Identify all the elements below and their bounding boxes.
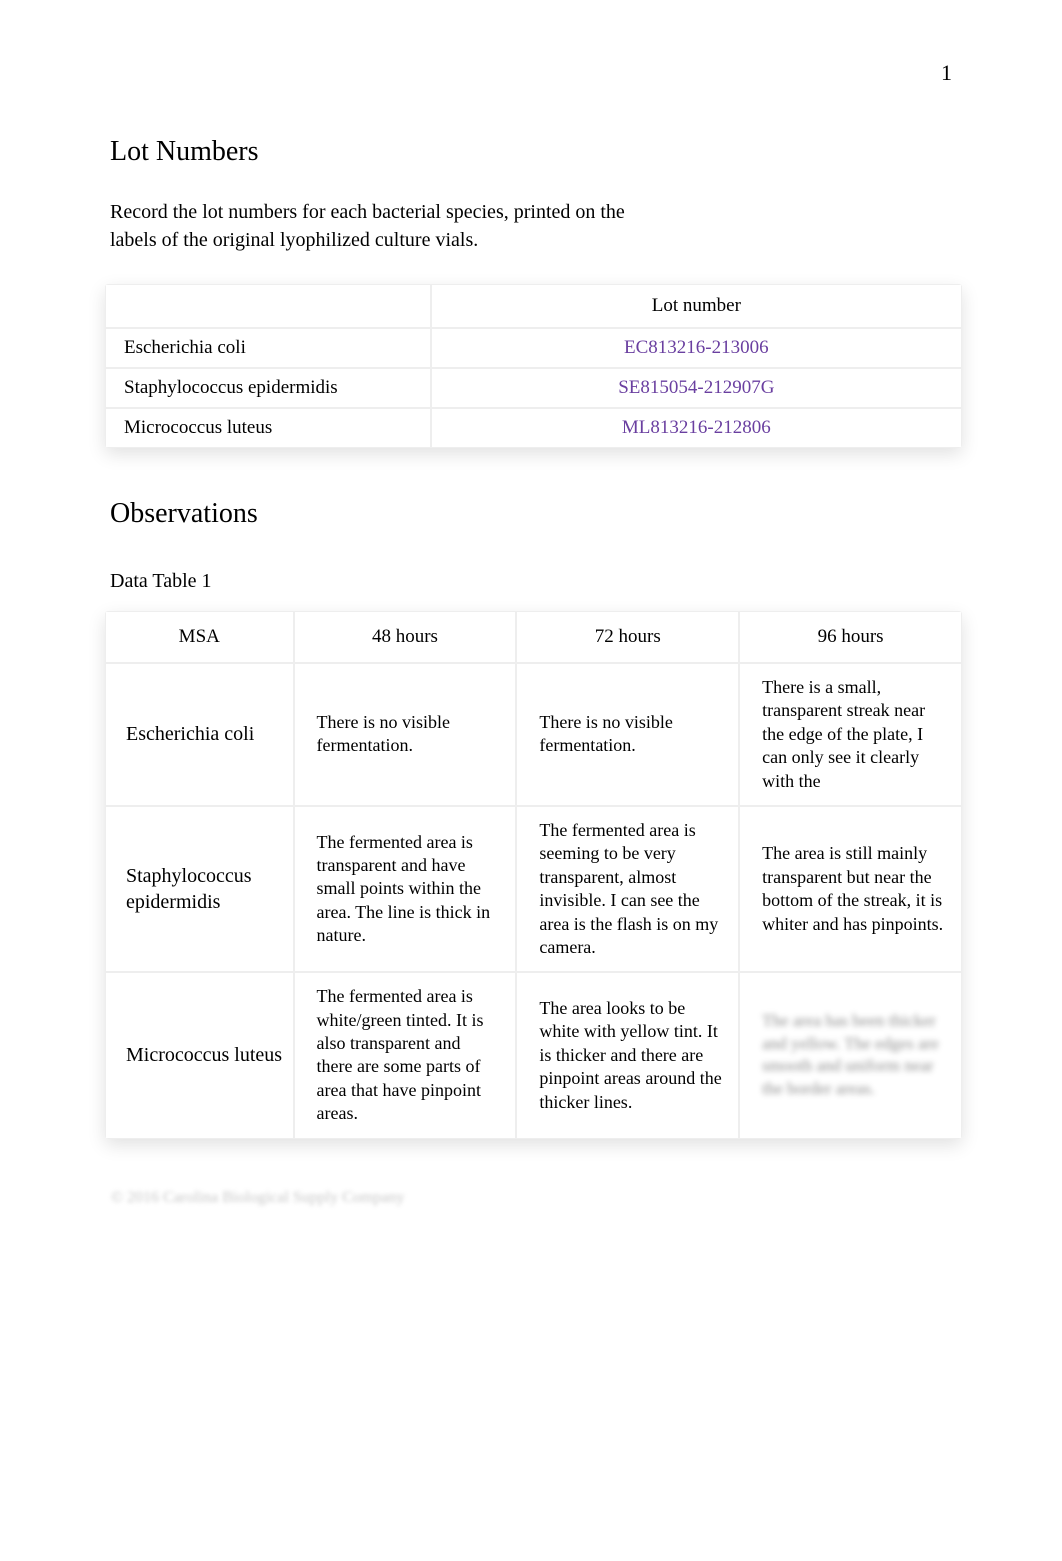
- obs-cell: The area looks to be white with yellow t…: [516, 972, 739, 1138]
- species-cell: Micrococcus luteus: [105, 408, 431, 448]
- data-table-1-label: Data Table 1: [110, 570, 962, 593]
- table-row: Staphylococcus epidermidis The fermented…: [105, 806, 962, 972]
- lot-numbers-heading: Lot Numbers: [105, 136, 962, 168]
- table-row: Micrococcus luteus The fermented area is…: [105, 972, 962, 1138]
- lot-table: Lot number Escherichia coli EC813216-213…: [105, 284, 962, 448]
- table-row: Staphylococcus epidermidis SE815054-2129…: [105, 368, 962, 408]
- copyright-footer: © 2016 Carolina Biological Supply Compan…: [105, 1189, 962, 1207]
- obs-cell: There is no visible fermentation.: [516, 663, 739, 806]
- page-number: 1: [105, 60, 962, 86]
- col-header-72h: 72 hours: [516, 611, 739, 663]
- data-table-1: MSA 48 hours 72 hours 96 hours Escherich…: [105, 611, 962, 1139]
- obs-cell-redacted: The area has been thicker and yellow. Th…: [739, 972, 962, 1138]
- table-row: Lot number: [105, 284, 962, 328]
- col-header-96h: 96 hours: [739, 611, 962, 663]
- lot-table-container: Lot number Escherichia coli EC813216-213…: [105, 284, 962, 448]
- obs-cell: The fermented area is white/green tinted…: [294, 972, 517, 1138]
- redacted-placeholder: The area has been thicker and yellow. Th…: [762, 1010, 945, 1102]
- lot-header-blank: [105, 284, 431, 328]
- table-row: Micrococcus luteus ML813216-212806: [105, 408, 962, 448]
- row-label-mluteus: Micrococcus luteus: [105, 972, 294, 1138]
- table-row: Escherichia coli EC813216-213006: [105, 328, 962, 368]
- row-label-ecoli: Escherichia coli: [105, 663, 294, 806]
- lot-header-lot: Lot number: [431, 284, 962, 328]
- obs-cell: The fermented area is seeming to be very…: [516, 806, 739, 972]
- species-cell: Staphylococcus epidermidis: [105, 368, 431, 408]
- table-row: Escherichia coli There is no visible fer…: [105, 663, 962, 806]
- species-cell: Escherichia coli: [105, 328, 431, 368]
- lot-intro-text: Record the lot numbers for each bacteria…: [105, 198, 665, 254]
- lot-number-cell: ML813216-212806: [431, 408, 962, 448]
- obs-cell: There is no visible fermentation.: [294, 663, 517, 806]
- col-header-msa: MSA: [105, 611, 294, 663]
- lot-number-cell: SE815054-212907G: [431, 368, 962, 408]
- row-label-sepidermidis: Staphylococcus epidermidis: [105, 806, 294, 972]
- observations-heading: Observations: [105, 498, 962, 530]
- obs-cell: The fermented area is transparent and ha…: [294, 806, 517, 972]
- table-row: MSA 48 hours 72 hours 96 hours: [105, 611, 962, 663]
- col-header-48h: 48 hours: [294, 611, 517, 663]
- lot-number-cell: EC813216-213006: [431, 328, 962, 368]
- data-table-container: MSA 48 hours 72 hours 96 hours Escherich…: [105, 611, 962, 1139]
- obs-cell: There is a small, transparent streak nea…: [739, 663, 962, 806]
- obs-cell: The area is still mainly transparent but…: [739, 806, 962, 972]
